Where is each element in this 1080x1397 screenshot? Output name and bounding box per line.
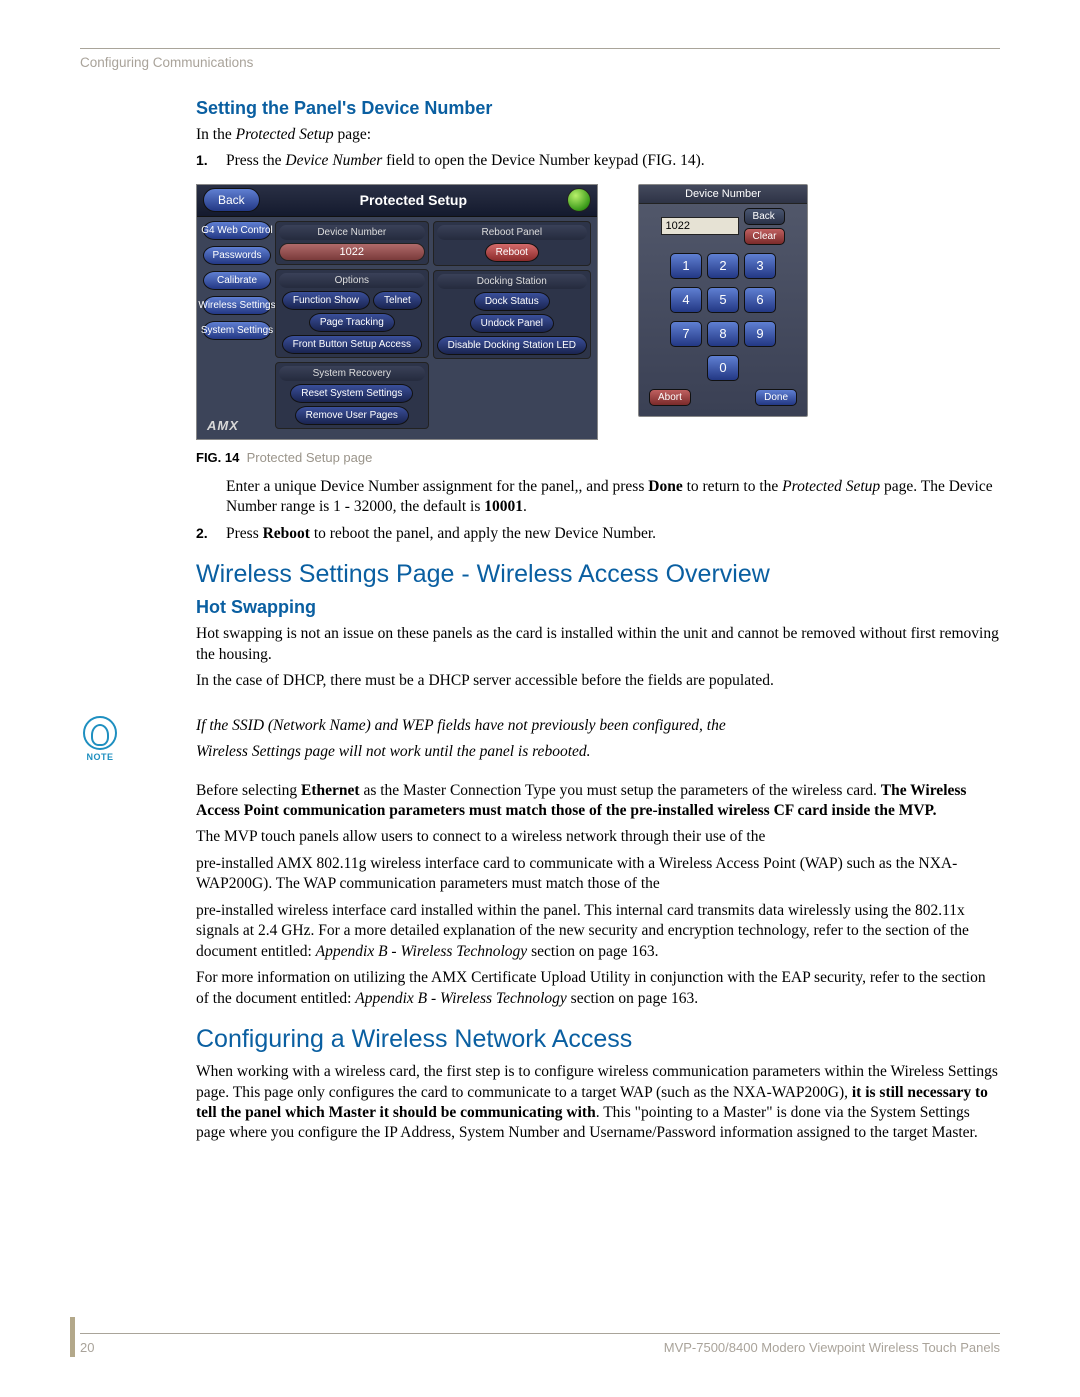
system-recovery-label: System Recovery: [279, 366, 425, 381]
device-number-keypad: Device Number 1022 Back Clear 123 456 78…: [638, 184, 808, 417]
keypad-back-button[interactable]: Back: [744, 208, 786, 225]
protected-setup-panel: Back Protected Setup G4 Web Control Pass…: [196, 184, 598, 440]
wireless-p6: pre-installed wireless interface card in…: [196, 901, 1000, 962]
dock-status-button[interactable]: Dock Status: [474, 292, 550, 311]
wireless-p5: pre-installed AMX 802.11g wireless inter…: [196, 854, 1000, 895]
undock-panel-button[interactable]: Undock Panel: [470, 314, 554, 333]
key-7[interactable]: 7: [670, 321, 702, 347]
heading-device-number: Setting the Panel's Device Number: [196, 98, 1000, 119]
sidebar-item-g4web[interactable]: G4 Web Control: [203, 221, 271, 240]
wireless-p4: The MVP touch panels allow users to conn…: [196, 827, 1000, 847]
heading-wireless-overview: Wireless Settings Page - Wireless Access…: [196, 560, 1000, 589]
key-1[interactable]: 1: [670, 253, 702, 279]
disable-led-button[interactable]: Disable Docking Station LED: [437, 336, 587, 355]
opt-page-tracking[interactable]: Page Tracking: [309, 313, 395, 332]
note-icon: NOTE: [80, 716, 120, 762]
status-indicator-icon: [567, 188, 591, 212]
intro-line: In the Protected Setup page:: [196, 125, 1000, 145]
keypad-abort-button[interactable]: Abort: [649, 389, 691, 406]
keypad-field[interactable]: 1022: [661, 217, 739, 235]
keypad-done-button[interactable]: Done: [755, 389, 797, 406]
opt-front-button[interactable]: Front Button Setup Access: [282, 335, 422, 354]
reboot-panel-label: Reboot Panel: [437, 225, 587, 240]
key-8[interactable]: 8: [707, 321, 739, 347]
docking-station-label: Docking Station: [437, 274, 587, 289]
brand-logo: AMX: [207, 418, 239, 433]
reset-system-button[interactable]: Reset System Settings: [290, 384, 413, 403]
remove-pages-button[interactable]: Remove User Pages: [295, 406, 409, 425]
heading-hot-swapping: Hot Swapping: [196, 597, 1000, 618]
key-4[interactable]: 4: [670, 287, 702, 313]
wireless-p7: For more information on utilizing the AM…: [196, 968, 1000, 1009]
key-2[interactable]: 2: [707, 253, 739, 279]
keypad-title: Device Number: [639, 185, 807, 204]
note-line-1: If the SSID (Network Name) and WEP field…: [196, 716, 1000, 736]
heading-configuring-wireless: Configuring a Wireless Network Access: [196, 1025, 1000, 1054]
sidebar-item-wireless[interactable]: Wireless Settings: [203, 296, 271, 315]
note-line-2: Wireless Settings page will not work unt…: [196, 742, 1000, 762]
opt-function-show[interactable]: Function Show: [282, 291, 370, 310]
sidebar-item-passwords[interactable]: Passwords: [203, 246, 271, 265]
device-number-label: Device Number: [279, 225, 425, 240]
key-0[interactable]: 0: [707, 355, 739, 381]
options-label: Options: [279, 273, 425, 288]
key-3[interactable]: 3: [744, 253, 776, 279]
hotswap-p2: In the case of DHCP, there must be a DHC…: [196, 671, 1000, 691]
back-button[interactable]: Back: [203, 188, 260, 212]
key-6[interactable]: 6: [744, 287, 776, 313]
page-header: Configuring Communications: [80, 55, 1000, 70]
step-2: Press Reboot to reboot the panel, and ap…: [196, 524, 1000, 544]
key-9[interactable]: 9: [744, 321, 776, 347]
footer-doc-title: MVP-7500/8400 Modero Viewpoint Wireless …: [664, 1340, 1000, 1355]
figure-14: Back Protected Setup G4 Web Control Pass…: [196, 184, 1000, 440]
step-1-cont: Enter a unique Device Number assignment …: [226, 477, 1000, 518]
config-p1: When working with a wireless card, the f…: [196, 1062, 1000, 1144]
page-number: 20: [80, 1340, 94, 1355]
sidebar-item-system[interactable]: System Settings: [203, 321, 271, 340]
sidebar-item-calibrate[interactable]: Calibrate: [203, 271, 271, 290]
panel-title: Protected Setup: [260, 192, 567, 208]
device-number-field[interactable]: 1022: [279, 243, 425, 261]
keypad-clear-button[interactable]: Clear: [744, 228, 786, 245]
opt-telnet[interactable]: Telnet: [373, 291, 422, 310]
reboot-button[interactable]: Reboot: [485, 243, 539, 262]
key-5[interactable]: 5: [707, 287, 739, 313]
figure-caption: FIG. 14 Protected Setup page: [196, 450, 1000, 465]
hotswap-p1: Hot swapping is not an issue on these pa…: [196, 624, 1000, 665]
step-1: Press the Device Number field to open th…: [196, 151, 1000, 171]
wireless-p3: Before selecting Ethernet as the Master …: [196, 781, 1000, 822]
